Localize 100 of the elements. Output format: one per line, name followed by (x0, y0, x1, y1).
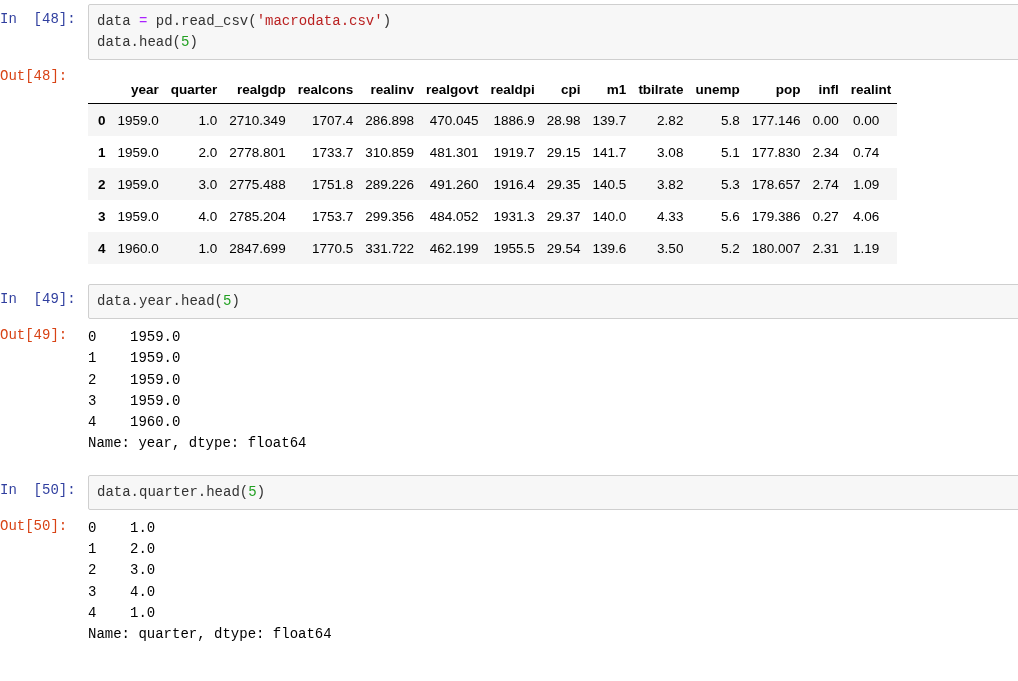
table-cell: 3.82 (632, 168, 690, 200)
output-line: 3 4.0 (88, 582, 157, 602)
output-line: 3 1959.0 (88, 391, 182, 411)
table-cell: 140.5 (586, 168, 633, 200)
table-cell: 177.146 (745, 103, 807, 136)
output-line: 1 2.0 (88, 540, 157, 560)
code-input-cell[interactable]: data.quarter.head(5) (88, 474, 1018, 510)
column-header: realinv (359, 78, 420, 104)
table-cell: 2.34 (806, 136, 845, 168)
input-prompt: In [48]: (0, 10, 77, 27)
table-cell: 1753.7 (291, 200, 360, 232)
table-cell: 1955.5 (484, 232, 541, 264)
row-index: 2 (88, 168, 112, 200)
table-cell: 289.226 (359, 168, 420, 200)
column-header: infl (806, 78, 845, 104)
column-header: realint (844, 78, 898, 104)
column-header: quarter (164, 78, 224, 104)
row-index: 4 (88, 232, 112, 264)
table-cell: 139.7 (586, 103, 633, 136)
table-cell: 1916.4 (484, 168, 541, 200)
column-header: realcons (291, 78, 360, 104)
table-cell: 299.356 (359, 200, 420, 232)
column-header: year (111, 78, 165, 104)
code-input-cell[interactable]: data = pd.read_csv('macrodata.csv') data.head(5) (88, 4, 1018, 60)
row-index: 1 (88, 136, 112, 168)
table-cell: 5.1 (689, 136, 746, 168)
table-cell: 29.37 (540, 200, 587, 232)
column-header: realgdp (223, 78, 292, 104)
table-cell: 1931.3 (484, 200, 541, 232)
row-index: 3 (88, 200, 112, 232)
table-cell: 5.6 (689, 200, 746, 232)
output-prompt: Out[49]: (0, 326, 69, 343)
output-line: 2 3.0 (88, 561, 157, 581)
table-cell: 2.82 (632, 103, 690, 136)
table-cell: 4.33 (632, 200, 690, 232)
table-cell: 1959.0 (111, 103, 165, 136)
output-line: 0 1.0 (88, 518, 157, 538)
column-header: realgovt (420, 78, 485, 104)
table-cell: 481.301 (420, 136, 485, 168)
table-cell: 1959.0 (111, 200, 165, 232)
table-cell: 1707.4 (291, 103, 360, 136)
table-cell: 331.722 (359, 232, 420, 264)
output-line: 1 1959.0 (88, 349, 182, 369)
input-prompt: In [50]: (0, 480, 77, 498)
column-header: cpi (540, 78, 587, 104)
column-header: tbilrate (632, 78, 690, 104)
table-cell: 0.74 (844, 136, 898, 168)
code-input-cell[interactable]: data.year.head(5) (88, 284, 1018, 319)
output-line: 4 1.0 (88, 603, 157, 623)
table-cell: 2778.801 (223, 136, 292, 168)
output-line: 0 1959.0 (88, 328, 182, 347)
table-cell: 2710.349 (223, 103, 292, 136)
column-header: realdpi (484, 78, 541, 104)
code-line: data = pd.read_csv('macrodata.csv') (97, 12, 393, 31)
row-index: 0 (88, 103, 112, 136)
table-cell: 470.045 (420, 103, 485, 136)
table-cell: 1.0 (164, 232, 224, 264)
table-cell: 179.386 (745, 200, 807, 232)
table-cell: 0.00 (806, 103, 845, 136)
table-cell: 5.8 (689, 103, 746, 136)
code-line: data.head(5) (97, 33, 199, 52)
table-cell: 310.859 (359, 136, 420, 168)
table-cell: 1.0 (164, 103, 224, 136)
table-cell: 177.830 (745, 136, 807, 168)
table-cell: 29.15 (540, 136, 587, 168)
table-cell: 4.0 (164, 200, 224, 232)
table-cell: 1919.7 (484, 136, 541, 168)
output-line: 4 1960.0 (88, 413, 182, 433)
table-cell: 1733.7 (291, 136, 360, 168)
table-cell: 491.260 (420, 168, 485, 200)
table-cell: 3.08 (632, 136, 690, 168)
table-cell: 1.19 (844, 232, 898, 264)
table-cell: 1770.5 (291, 232, 360, 264)
table-cell: 484.052 (420, 200, 485, 232)
table-cell: 29.54 (540, 232, 587, 264)
table-cell: 139.6 (586, 232, 633, 264)
column-header: unemp (689, 78, 746, 104)
table-cell: 462.199 (420, 232, 485, 264)
table-cell: 140.0 (586, 200, 633, 232)
output-line: 2 1959.0 (88, 370, 182, 390)
table-cell: 1.09 (844, 168, 898, 200)
table-cell: 2.31 (806, 232, 845, 264)
table-cell: 1959.0 (111, 168, 165, 200)
code-line: data.quarter.head(5) (97, 482, 267, 502)
output-line: Name: quarter, dtype: float64 (88, 625, 332, 645)
table-cell: 2.74 (806, 168, 845, 200)
table-cell: 28.98 (540, 103, 587, 136)
output-prompt: Out[48]: (0, 67, 69, 84)
code-line: data.year.head(5) (97, 292, 241, 311)
output-prompt: Out[50]: (0, 516, 69, 534)
table-cell: 2785.204 (223, 200, 292, 232)
column-header: m1 (586, 78, 633, 104)
table-cell: 3.50 (632, 232, 690, 264)
output-line: Name: year, dtype: float64 (88, 434, 307, 454)
table-cell: 286.898 (359, 103, 420, 136)
column-header: pop (745, 78, 807, 104)
table-cell: 2847.699 (223, 232, 292, 264)
table-cell: 1886.9 (484, 103, 541, 136)
table-cell: 141.7 (586, 136, 633, 168)
table-cell: 0.00 (844, 103, 898, 136)
